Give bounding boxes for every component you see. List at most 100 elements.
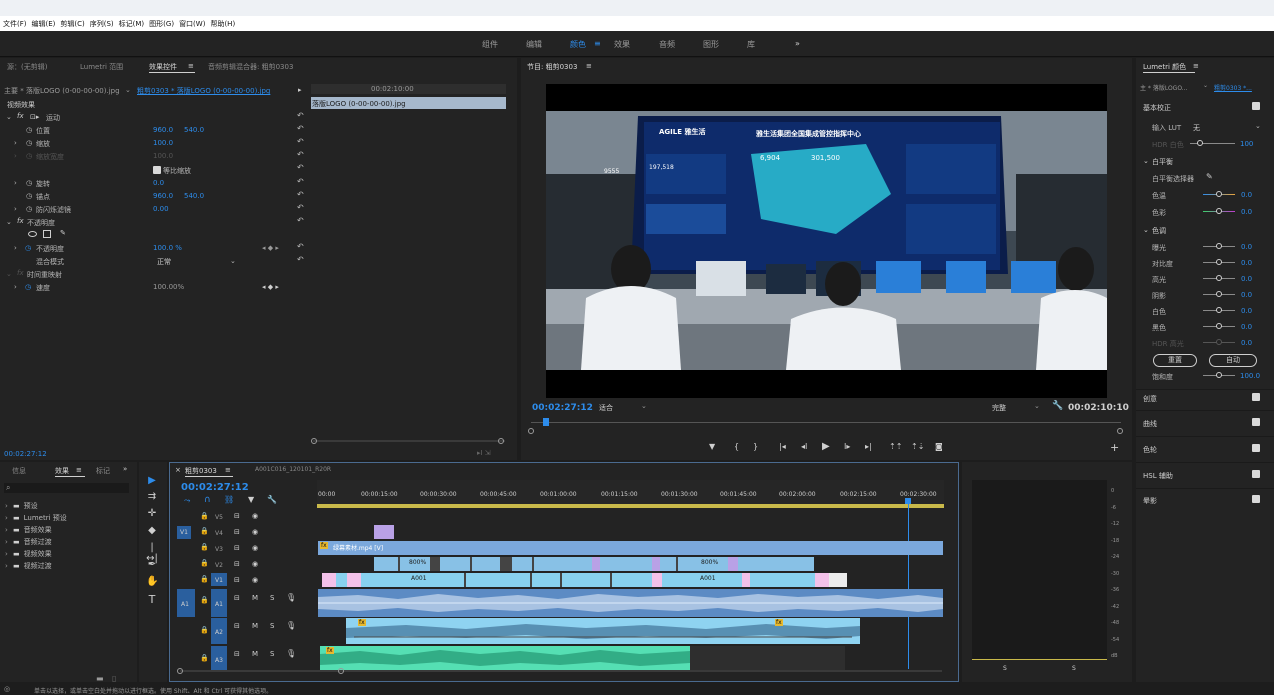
workspace-audio[interactable]: 音频 [659,39,675,50]
list-item[interactable]: › ▬ Lumetri 预设 [5,512,67,524]
speed-value[interactable]: 100.00% [153,283,184,291]
master-clip-label[interactable]: 主要 * 落版LOGO (0-00-00-00).jpg [4,86,120,96]
scroll-handle[interactable] [1117,428,1123,434]
curves-checkbox[interactable] [1252,418,1260,426]
white-balance-heading[interactable]: ⌄ [1143,157,1149,165]
solo-button[interactable]: S [270,650,274,658]
scroll-handle[interactable] [311,438,317,444]
tab-sequence[interactable]: 粗剪0303 [185,466,217,476]
timeline-close-icon[interactable]: × [175,466,181,474]
program-video-frame[interactable]: AGILE 雅生活 雅生活集团全国集成管控指挥中心 6,904 301,500 … [546,84,1107,398]
tab-menu-icon[interactable]: ≡ [188,62,194,70]
mute-button[interactable]: M [252,594,258,602]
chevron-down-icon[interactable]: ⌄ [1255,122,1261,130]
vignette-checkbox[interactable] [1252,495,1260,503]
wrench-icon[interactable]: 🔧 [1052,401,1063,411]
chevron-down-icon[interactable]: ⌄ [1203,82,1208,89]
reset-icon[interactable]: ↶ [297,163,304,172]
workspace-assembly[interactable]: 组件 [482,39,498,50]
effects-menu-icon[interactable]: ≡ [76,466,82,474]
v1-clips[interactable] [322,573,827,587]
auto-button[interactable]: 自动 [1209,354,1257,367]
blacks-value[interactable]: 0.0 [1241,323,1252,331]
reset-icon[interactable]: ↶ [297,150,304,159]
program-title[interactable]: 节目: 粗剪0303 [527,62,577,72]
timeline-timecode[interactable]: 00:02:27:12 [181,482,249,493]
timeline-menu-icon[interactable]: ≡ [225,466,231,474]
snap-magnet-icon[interactable]: ∩ [204,495,211,505]
disclosure-icon[interactable]: › [14,152,17,160]
reset-icon[interactable]: ↶ [297,137,304,146]
scale-value[interactable]: 100.0 [153,139,173,147]
blacks-slider[interactable] [1216,323,1222,329]
workspace-color[interactable]: 颜色 [570,39,586,50]
workspace-more[interactable]: » [795,39,800,48]
lumetri-master-select[interactable]: 主 * 落版LOGO... [1140,83,1188,92]
exposure-slider[interactable] [1216,243,1222,249]
fx-icon[interactable]: fx [17,269,24,277]
mute-button[interactable]: M [252,622,258,630]
stopwatch-active-icon[interactable]: ◷ [25,283,31,291]
pen-tool-icon[interactable]: ✒ [146,559,158,571]
timeline-scrollbar[interactable] [180,670,942,672]
tab-source[interactable]: 源：(无剪辑) [7,62,47,72]
rectangle-mask-icon[interactable] [43,230,51,238]
keyframe-nav-icon[interactable]: ◂ ◆ ▸ [262,244,279,252]
step-forward-icon[interactable]: I▸ [844,442,850,451]
tab-audio-mixer[interactable]: 音频剪辑混合器: 粗剪0303 [208,62,293,72]
eye-icon[interactable]: ◉ [252,512,258,520]
reset-button[interactable]: 重置 [1153,354,1197,367]
eye-icon[interactable]: ◉ [252,544,258,552]
mark-in-icon[interactable]: { [734,442,739,451]
lock-icon[interactable]: 🔒 [200,654,209,662]
add-marker-icon[interactable]: ▼ [709,442,715,451]
tab-lumetri-scopes[interactable]: Lumetri 范围 [80,62,123,72]
ripple-edit-tool-icon[interactable]: ✛ [146,508,158,520]
reset-icon[interactable]: ↶ [297,255,304,264]
lock-icon[interactable]: 🔒 [200,575,209,583]
tint-slider[interactable] [1216,208,1222,214]
stopwatch-active-icon[interactable]: ◷ [25,244,31,252]
temperature-slider[interactable] [1216,191,1222,197]
lock-icon[interactable]: 🔒 [200,559,209,567]
disclosure-icon[interactable]: › [14,205,17,213]
whites-slider[interactable] [1216,307,1222,313]
lock-icon[interactable]: 🔒 [200,626,209,634]
shadows-slider[interactable] [1216,291,1222,297]
tab-clip-sequence[interactable]: A001C016_120101_R20R [255,466,331,473]
lock-icon[interactable]: 🔒 [200,527,209,535]
sync-lock-icon[interactable]: ⊟ [234,576,240,584]
new-folder-icon[interactable]: ▬ [96,674,104,683]
tab-effect-controls[interactable]: 效果控件 [149,62,177,72]
effects-search-input[interactable] [4,483,129,493]
microphone-icon[interactable]: 🎙 [286,621,296,630]
scroll-handle[interactable] [498,438,504,444]
disclosure-icon[interactable]: ⌄ [6,113,12,121]
opacity-value[interactable]: 100.0 % [153,244,182,252]
anti-flicker-value[interactable]: 0.00 [153,205,169,213]
reset-icon[interactable]: ↶ [297,124,304,133]
panel-more-icon[interactable]: » [123,465,127,473]
section-vignette[interactable]: 晕影 [1143,496,1157,506]
lumetri-title[interactable]: Lumetri 颜色 [1143,62,1186,72]
rotation-value[interactable]: 0.0 [153,179,164,187]
program-playhead[interactable] [543,418,549,426]
program-scrub-bar[interactable] [531,422,1121,423]
a3-audio-clip[interactable] [320,646,690,670]
whites-value[interactable]: 0.0 [1241,307,1252,315]
playback-quality-select[interactable]: 完整 [992,403,1006,413]
tab-info[interactable]: 信息 [12,466,26,476]
menu-file[interactable]: 文件(F) [3,19,27,29]
lock-icon[interactable]: 🔒 [200,596,209,604]
workspace-menu-icon[interactable]: ≡ [594,39,601,48]
disclosure-icon[interactable]: ⌄ [6,270,12,278]
go-to-in-icon[interactable]: |◂ [779,442,786,451]
reset-icon[interactable]: ↶ [297,216,304,225]
sync-lock-icon[interactable]: ⊟ [234,594,240,602]
solo-button[interactable]: S [270,622,274,630]
chevron-down-icon[interactable]: ⌄ [641,402,647,410]
motion-transform-icon[interactable]: ⊡▸ [30,113,39,121]
reset-icon[interactable]: ↶ [297,242,304,251]
ellipse-mask-icon[interactable] [28,231,37,237]
solo-button[interactable]: S [270,594,274,602]
